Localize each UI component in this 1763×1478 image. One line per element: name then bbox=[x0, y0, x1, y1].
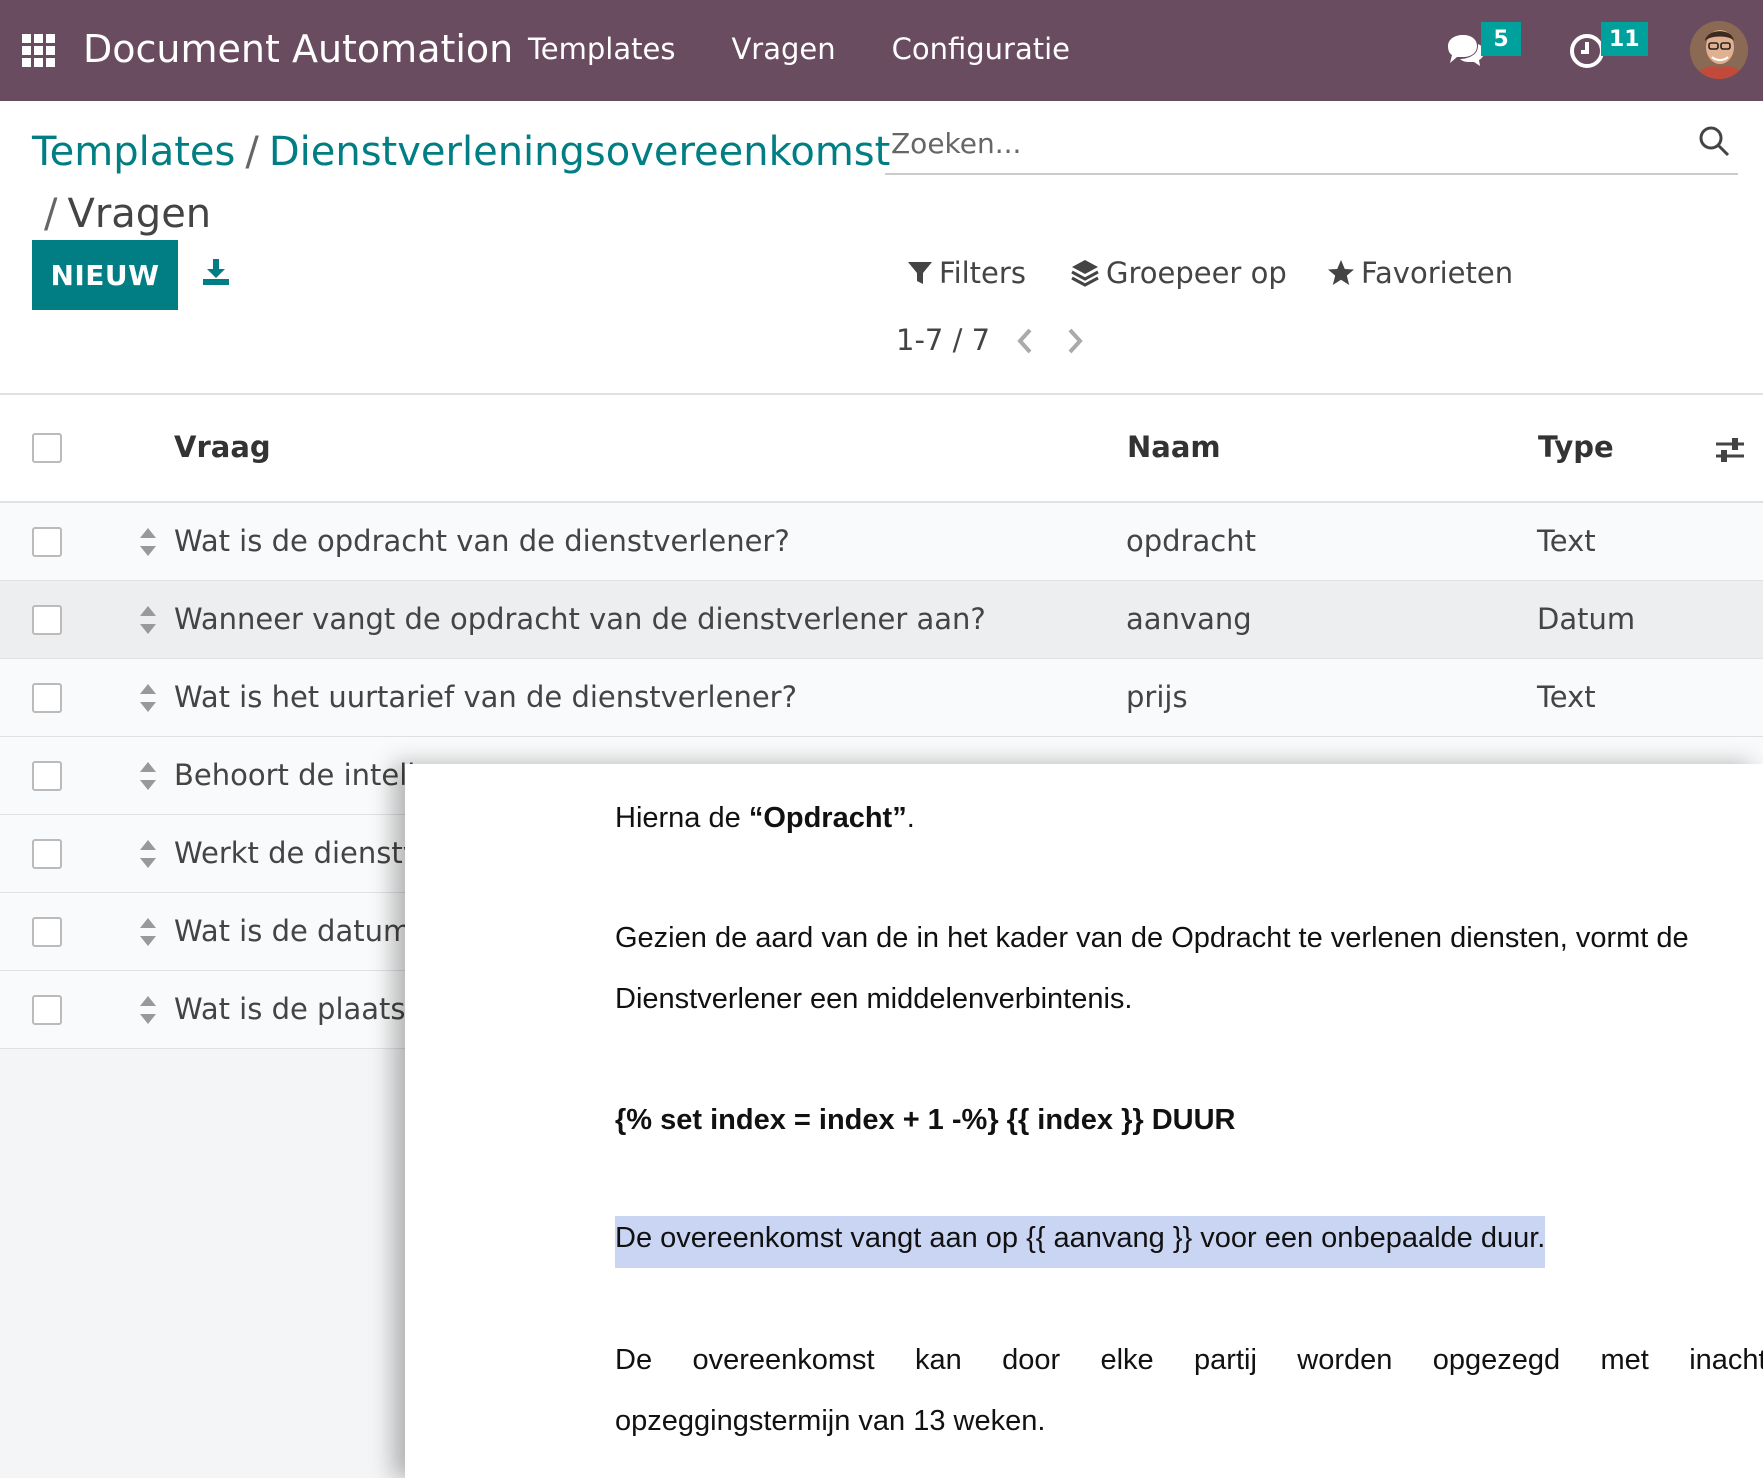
cell-type: Text bbox=[1537, 680, 1596, 714]
control-panel: Templates / Dienstverleningsovereenkomst /… bbox=[0, 101, 1763, 395]
cell-vraag: Wat is de plaats v bbox=[174, 992, 432, 1026]
cell-type: Text bbox=[1537, 524, 1596, 558]
row-checkbox[interactable] bbox=[32, 839, 62, 869]
cell-vraag: Wat is het uurtarief van de dienstverlen… bbox=[174, 680, 797, 714]
menu-item-templates[interactable]: Templates bbox=[528, 32, 675, 66]
pager-previous-icon[interactable] bbox=[1012, 324, 1038, 358]
filters-label: Filters bbox=[939, 256, 1026, 290]
drag-handle-icon[interactable] bbox=[137, 837, 159, 871]
doc-line-aard: Gezien de aard van de in het kader van d… bbox=[615, 922, 1689, 954]
doc-text: Hierna de bbox=[615, 802, 749, 834]
main-menu: Templates Vragen Configuratie bbox=[528, 32, 1070, 66]
row-checkbox[interactable] bbox=[32, 605, 62, 635]
activities-badge: 11 bbox=[1601, 22, 1648, 56]
group-by-toggle[interactable]: Groepeer op bbox=[1070, 256, 1287, 290]
table-row[interactable]: Wanneer vangt de opdracht van de dienstv… bbox=[0, 581, 1763, 659]
messages-icon[interactable] bbox=[1444, 32, 1486, 68]
cell-vraag: Wanneer vangt de opdracht van de dienstv… bbox=[174, 602, 986, 636]
doc-line-aanvang: De overeenkomst vangt aan op {{ aanvang … bbox=[615, 1216, 1546, 1268]
cell-vraag: Werkt de dienstv bbox=[174, 836, 420, 870]
row-checkbox[interactable] bbox=[32, 527, 62, 557]
select-all-checkbox[interactable] bbox=[32, 433, 62, 463]
doc-word: met bbox=[1600, 1344, 1649, 1376]
cell-naam: opdracht bbox=[1126, 524, 1256, 558]
doc-text: . bbox=[906, 802, 915, 834]
column-header-naam[interactable]: Naam bbox=[1127, 430, 1221, 464]
star-icon bbox=[1328, 260, 1354, 285]
breadcrumb-template-name[interactable]: Dienstverleningsovereenkomst bbox=[269, 129, 890, 175]
document-preview: Hierna de “Opdracht”. Gezien de aard van… bbox=[405, 764, 1763, 1478]
favorites-label: Favorieten bbox=[1361, 256, 1514, 290]
doc-word: overeenkomst bbox=[692, 1344, 875, 1376]
breadcrumb: Templates / Dienstverleningsovereenkomst /… bbox=[32, 121, 890, 245]
search-input[interactable] bbox=[891, 121, 1671, 165]
menu-item-configuratie[interactable]: Configuratie bbox=[892, 32, 1070, 66]
cell-naam: prijs bbox=[1126, 680, 1188, 714]
breadcrumb-separator: / bbox=[245, 129, 259, 175]
search-bar bbox=[885, 115, 1738, 175]
new-button[interactable]: NIEUW bbox=[32, 240, 178, 310]
cell-vraag: Wat is de opdracht van de dienstverlener… bbox=[174, 524, 790, 558]
doc-bold-text: “Opdracht” bbox=[748, 802, 907, 834]
list-header: Vraag Naam Type bbox=[0, 395, 1763, 503]
table-row[interactable]: Wat is de opdracht van de dienstverlener… bbox=[0, 503, 1763, 581]
column-header-vraag[interactable]: Vraag bbox=[174, 430, 271, 464]
layers-icon bbox=[1071, 260, 1099, 287]
breadcrumb-templates[interactable]: Templates bbox=[32, 129, 235, 175]
row-checkbox[interactable] bbox=[32, 761, 62, 791]
table-row[interactable]: Wat is het uurtarief van de dienstverlen… bbox=[0, 659, 1763, 737]
favorites-toggle[interactable]: Favorieten bbox=[1327, 256, 1513, 290]
column-header-type[interactable]: Type bbox=[1538, 430, 1614, 464]
doc-word: elke bbox=[1100, 1344, 1154, 1376]
messages-badge: 5 bbox=[1481, 22, 1521, 56]
filter-funnel-icon bbox=[908, 262, 932, 284]
menu-item-vragen[interactable]: Vragen bbox=[731, 32, 835, 66]
doc-word: door bbox=[1002, 1344, 1061, 1376]
pager-value[interactable]: 1-7 / 7 bbox=[896, 323, 990, 357]
app-title[interactable]: Document Automation bbox=[83, 27, 513, 71]
cell-type: Datum bbox=[1537, 602, 1636, 636]
doc-word: partij bbox=[1194, 1344, 1257, 1376]
doc-highlighted-text[interactable]: De overeenkomst vangt aan op {{ aanvang … bbox=[615, 1216, 1546, 1268]
drag-handle-icon[interactable] bbox=[137, 915, 159, 949]
apps-menu-icon[interactable] bbox=[22, 34, 56, 67]
row-checkbox[interactable] bbox=[32, 917, 62, 947]
breadcrumb-current: Vragen bbox=[67, 191, 212, 237]
drag-handle-icon[interactable] bbox=[137, 525, 159, 559]
download-icon[interactable] bbox=[201, 257, 231, 287]
optional-columns-icon[interactable] bbox=[1714, 435, 1746, 465]
doc-word: kan bbox=[914, 1344, 962, 1376]
drag-handle-icon[interactable] bbox=[137, 759, 159, 793]
drag-handle-icon[interactable] bbox=[137, 993, 159, 1027]
doc-line-duur: {% set index = index + 1 -%} {{ index }}… bbox=[615, 1104, 1236, 1136]
doc-line-opzegging: De overeenkomst kan door elke partij wor… bbox=[615, 1344, 1763, 1377]
drag-handle-icon[interactable] bbox=[137, 603, 159, 637]
cell-vraag: Wat is de datum bbox=[174, 914, 412, 948]
user-avatar[interactable] bbox=[1690, 21, 1748, 79]
top-navbar: Document Automation Templates Vragen Con… bbox=[0, 0, 1763, 101]
doc-line-middelen: Dienstverlener een middelenverbintenis. bbox=[615, 983, 1133, 1015]
breadcrumb-separator: / bbox=[44, 191, 58, 237]
group-by-label: Groepeer op bbox=[1106, 256, 1287, 290]
row-checkbox[interactable] bbox=[32, 683, 62, 713]
doc-word: worden bbox=[1297, 1344, 1393, 1376]
cell-naam: aanvang bbox=[1126, 602, 1252, 636]
drag-handle-icon[interactable] bbox=[137, 681, 159, 715]
search-icon[interactable] bbox=[1698, 125, 1730, 157]
doc-word: opgezegd bbox=[1432, 1344, 1561, 1376]
cell-vraag: Behoort de intell bbox=[174, 758, 416, 792]
pager-next-icon[interactable] bbox=[1062, 324, 1088, 358]
doc-line-termijn: opzeggingstermijn van 13 weken. bbox=[615, 1405, 1046, 1437]
row-checkbox[interactable] bbox=[32, 995, 62, 1025]
filters-toggle[interactable]: Filters bbox=[907, 256, 1026, 290]
doc-word: inachtnen bbox=[1689, 1344, 1763, 1376]
doc-word: De bbox=[615, 1344, 653, 1376]
doc-line-opdracht: Hierna de “Opdracht”. bbox=[615, 802, 915, 835]
